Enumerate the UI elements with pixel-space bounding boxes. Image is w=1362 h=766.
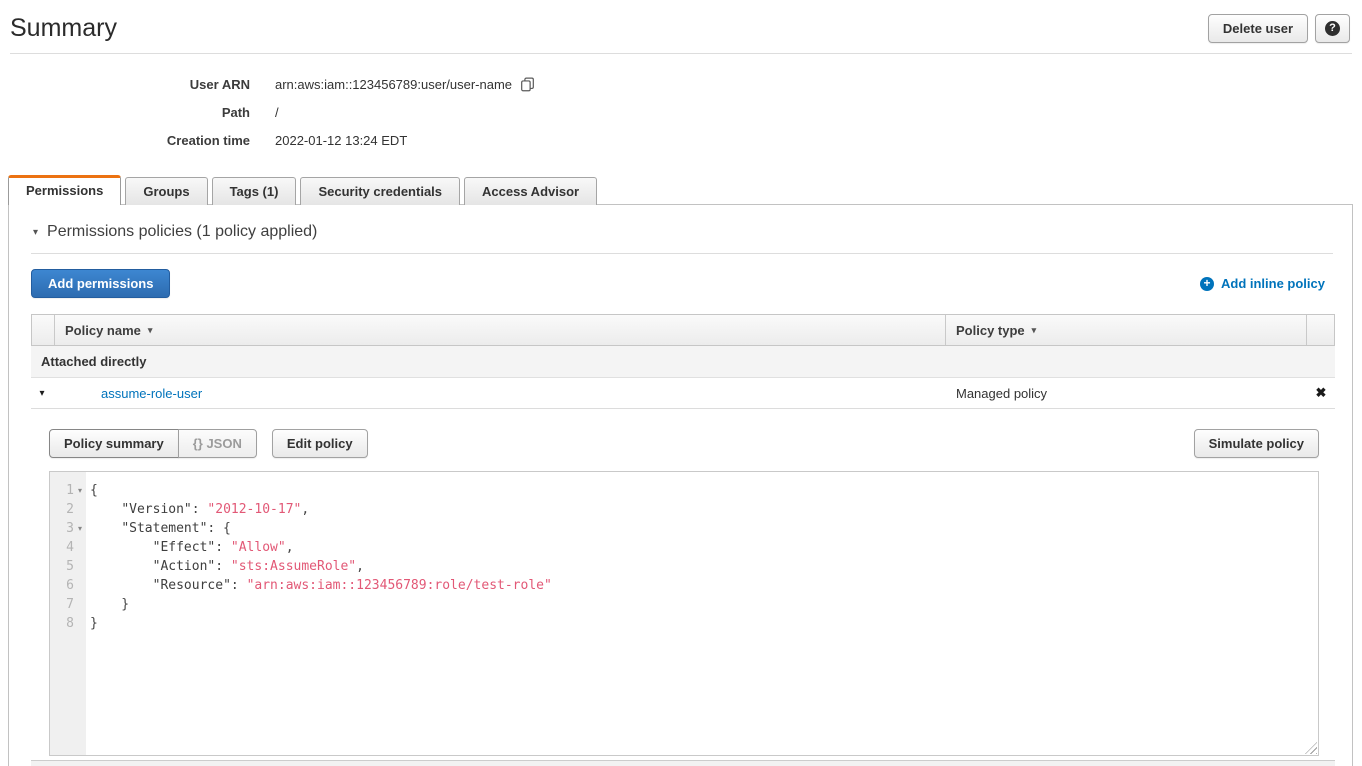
policy-table: Policy name ▾ Policy type ▾ Attached dir… bbox=[31, 314, 1335, 766]
tab-security-credentials[interactable]: Security credentials bbox=[300, 177, 460, 205]
header-expander-column bbox=[32, 315, 54, 345]
policy-type-header-label: Policy type bbox=[956, 323, 1025, 338]
section-divider bbox=[31, 253, 1333, 254]
policy-type-cell: Managed policy bbox=[946, 386, 1307, 401]
section-title-text: Permissions policies (1 policy applied) bbox=[47, 223, 317, 241]
header-actions-column bbox=[1306, 315, 1334, 345]
policy-name-cell: assume-role-user bbox=[53, 386, 946, 401]
sort-arrow-icon: ▾ bbox=[1032, 325, 1037, 336]
json-view-button[interactable]: {} JSON bbox=[178, 429, 257, 458]
group-header-attached-directly: Attached directly bbox=[31, 346, 1335, 378]
add-inline-policy-label: Add inline policy bbox=[1221, 276, 1325, 291]
help-button[interactable]: ? bbox=[1315, 14, 1350, 43]
add-inline-policy-link[interactable]: + Add inline policy bbox=[1200, 276, 1325, 291]
detail-row-path: Path / bbox=[0, 98, 1362, 126]
caret-down-icon: ▾ bbox=[33, 227, 38, 238]
delete-user-button[interactable]: Delete user bbox=[1208, 14, 1308, 43]
sort-arrow-icon: ▾ bbox=[148, 325, 153, 336]
header-actions: Delete user ? bbox=[1208, 14, 1350, 43]
tab-access-advisor[interactable]: Access Advisor bbox=[464, 177, 597, 205]
tab-bar: Permissions Groups Tags (1) Security cre… bbox=[0, 174, 1362, 204]
header-divider bbox=[10, 53, 1352, 54]
policy-detail-toolbar: Policy summary {} JSON Edit policy Simul… bbox=[49, 429, 1319, 458]
add-permissions-button[interactable]: Add permissions bbox=[31, 269, 170, 298]
editor-gutter: 1▾23▾45678 bbox=[50, 472, 86, 755]
column-header-policy-name[interactable]: Policy name ▾ bbox=[54, 315, 945, 345]
policy-detail-expanded-area: Policy summary {} JSON Edit policy Simul… bbox=[31, 409, 1335, 760]
row-expander-icon[interactable]: ▾ bbox=[31, 388, 53, 399]
table-header: Policy name ▾ Policy type ▾ bbox=[31, 314, 1335, 346]
editor-code: { "Version": "2012-10-17", "Statement": … bbox=[86, 472, 1318, 755]
copy-icon[interactable] bbox=[520, 77, 535, 92]
actions-row: Add permissions + Add inline policy bbox=[31, 269, 1333, 298]
user-arn-value: arn:aws:iam::123456789:user/user-name bbox=[275, 77, 535, 92]
page-header: Summary Delete user ? bbox=[0, 0, 1362, 43]
column-header-policy-type[interactable]: Policy type ▾ bbox=[945, 315, 1306, 345]
user-details: User ARN arn:aws:iam::123456789:user/use… bbox=[0, 70, 1362, 154]
policy-name-header-label: Policy name bbox=[65, 323, 141, 338]
user-arn-text: arn:aws:iam::123456789:user/user-name bbox=[275, 77, 512, 92]
user-arn-label: User ARN bbox=[0, 77, 250, 92]
detail-row-creation-time: Creation time 2022-01-12 13:24 EDT bbox=[0, 126, 1362, 154]
table-row: ▾ assume-role-user Managed policy ✖ bbox=[31, 378, 1335, 409]
remove-policy-icon[interactable]: ✖ bbox=[1307, 385, 1335, 401]
tab-tags[interactable]: Tags (1) bbox=[212, 177, 297, 205]
tab-groups[interactable]: Groups bbox=[125, 177, 207, 205]
page-title: Summary bbox=[10, 14, 1350, 43]
policy-summary-button[interactable]: Policy summary bbox=[49, 429, 179, 458]
json-policy-editor[interactable]: 1▾23▾45678 { "Version": "2012-10-17", "S… bbox=[49, 471, 1319, 756]
plus-circle-icon: + bbox=[1200, 277, 1214, 291]
table-footer bbox=[31, 760, 1335, 766]
permissions-policies-section-toggle[interactable]: ▾ Permissions policies (1 policy applied… bbox=[31, 221, 1333, 253]
detail-row-user-arn: User ARN arn:aws:iam::123456789:user/use… bbox=[0, 70, 1362, 98]
path-label: Path bbox=[0, 105, 250, 120]
path-value: / bbox=[275, 105, 279, 120]
tab-permissions[interactable]: Permissions bbox=[8, 175, 121, 205]
help-icon: ? bbox=[1325, 21, 1340, 36]
simulate-policy-button[interactable]: Simulate policy bbox=[1194, 429, 1319, 458]
permissions-tab-panel: ▾ Permissions policies (1 policy applied… bbox=[8, 204, 1353, 766]
creation-time-label: Creation time bbox=[0, 133, 250, 148]
policy-name-link[interactable]: assume-role-user bbox=[101, 386, 202, 401]
panel-content: ▾ Permissions policies (1 policy applied… bbox=[9, 205, 1352, 766]
edit-policy-button[interactable]: Edit policy bbox=[272, 429, 368, 458]
creation-time-value: 2022-01-12 13:24 EDT bbox=[275, 133, 407, 148]
